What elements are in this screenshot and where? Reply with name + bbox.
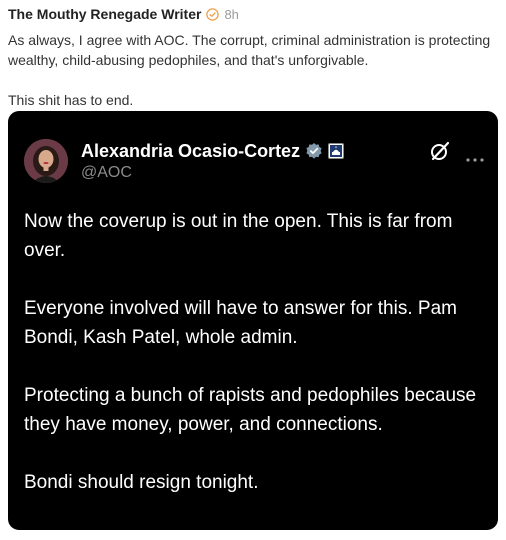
tweet-paragraph: Now the coverup is out in the open. This…: [24, 211, 453, 261]
embed-author-name[interactable]: Alexandria Ocasio-Cortez: [81, 141, 300, 162]
post-card: The Mouthy Renegade Writer 8h As always,…: [0, 0, 506, 540]
post-timestamp[interactable]: 8h: [224, 7, 238, 22]
tweet-paragraph: Everyone involved will have to answer fo…: [24, 298, 457, 348]
post-paragraph: This shit has to end.: [8, 92, 134, 108]
embedded-tweet[interactable]: Alexandria Ocasio-Cortez @AOC Now the co…: [8, 111, 498, 530]
embed-name-row: Alexandria Ocasio-Cortez: [81, 139, 345, 163]
post-header: The Mouthy Renegade Writer 8h: [8, 4, 239, 24]
gray-verified-badge-icon: [305, 142, 323, 160]
author-name[interactable]: The Mouthy Renegade Writer: [8, 6, 201, 22]
post-body: As always, I agree with AOC. The corrupt…: [8, 30, 498, 110]
embed-handle[interactable]: @AOC: [81, 164, 132, 182]
tweet-paragraph: Bondi should resign tonight.: [24, 472, 259, 493]
embed-tweet-text: Now the coverup is out in the open. This…: [24, 207, 484, 526]
post-paragraph: As always, I agree with AOC. The corrupt…: [8, 32, 491, 68]
tweet-paragraph: Protecting a bunch of rapists and pedoph…: [24, 385, 477, 435]
verified-check-icon: [206, 7, 220, 21]
grok-icon[interactable]: [429, 140, 451, 162]
more-options-icon[interactable]: [466, 149, 484, 162]
capitol-affiliation-icon[interactable]: [328, 143, 345, 159]
avatar[interactable]: [24, 139, 68, 183]
